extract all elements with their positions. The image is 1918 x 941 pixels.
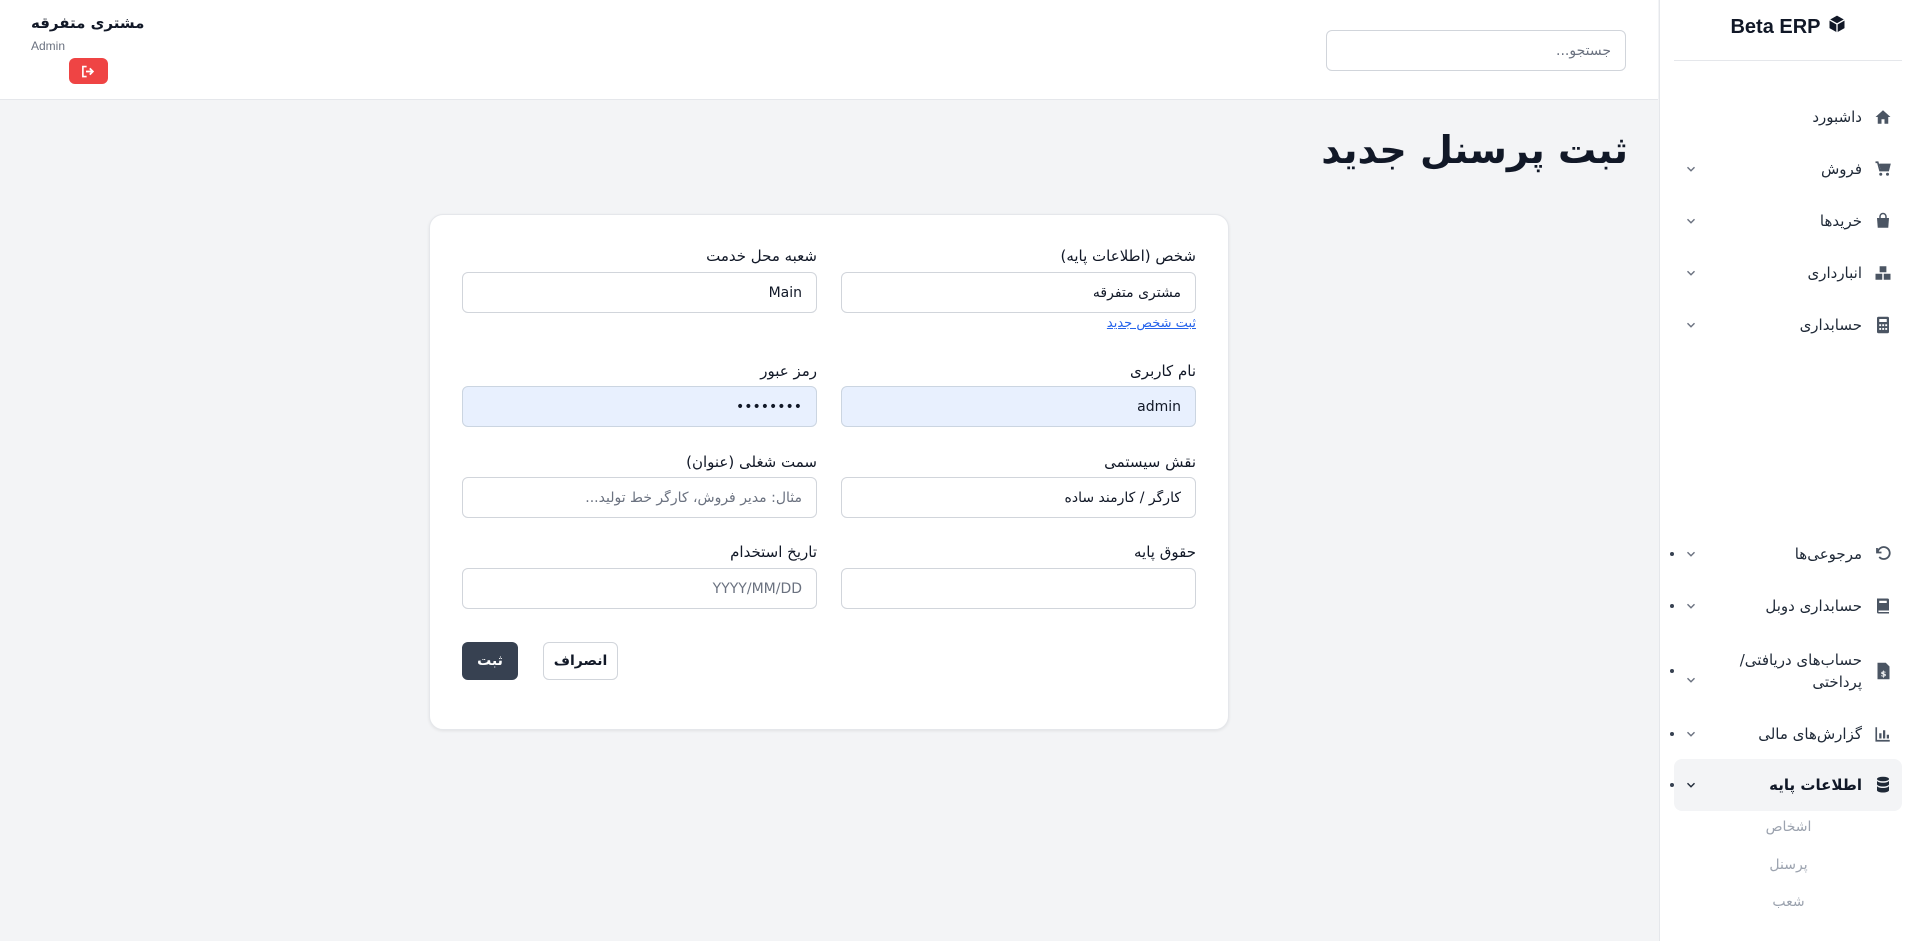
cart-icon (1872, 158, 1894, 180)
person-select[interactable] (841, 272, 1196, 313)
sidebar-item-label: اطلاعات پایه (1769, 775, 1862, 794)
submenu-item-persons[interactable]: اشخاص (1659, 819, 1918, 835)
chevron-down-icon (1687, 731, 1695, 737)
sidebar-item-sales[interactable]: فروش (1674, 148, 1902, 190)
sidebar-item-financial-reports[interactable]: گزارش‌های مالی (1670, 713, 1902, 755)
undo-icon (1872, 543, 1894, 565)
role-label: نقش سیستمی (1104, 453, 1196, 471)
branch-select[interactable] (462, 272, 817, 313)
home-icon (1872, 106, 1894, 128)
sidebar-item-label: انبارداری (1807, 263, 1862, 282)
sign-out-icon (82, 65, 95, 77)
sidebar-item-purchases[interactable]: خریدها (1674, 200, 1902, 242)
username-label: نام کاربری (1130, 362, 1196, 380)
brand-divider (1674, 60, 1902, 61)
job-title-label: سمت شغلی (عنوان) (686, 453, 817, 471)
sidebar-item-accounting[interactable]: حسابداری (1674, 304, 1902, 346)
sidebar-item-label: مرجوعی‌ها (1794, 544, 1862, 563)
sidebar-item-label: حساب‌های دریافتی/ پرداختی (1739, 650, 1862, 692)
sidebar-item-dashboard[interactable]: داشبورد (1674, 96, 1902, 138)
bullet-dot (1670, 669, 1674, 673)
book-icon (1872, 595, 1894, 617)
bullet-dot (1670, 604, 1674, 608)
sidebar-item-basic-info[interactable]: اطلاعات پایه (1670, 759, 1902, 811)
submenu-item-branches[interactable]: شعب (1659, 894, 1918, 910)
sidebar-item-returns[interactable]: مرجوعی‌ها (1670, 533, 1902, 575)
sidebar-item-receivables-payables[interactable]: $ حساب‌های دریافتی/ پرداختی (1670, 642, 1902, 700)
brand[interactable]: Beta ERP (1659, 14, 1918, 40)
user-role: Admin (31, 39, 66, 53)
bullet-dot (1670, 783, 1674, 787)
submit-button[interactable]: ثبت (462, 642, 518, 680)
sidebar-item-inventory[interactable]: انبارداری (1674, 252, 1902, 294)
invoice-dollar-icon: $ (1872, 660, 1894, 682)
top-bar: مشتری متفرقه Admin (0, 0, 1658, 100)
new-person-link[interactable]: ثبت شخص جدید (1107, 316, 1196, 331)
personnel-form-card: شخص (اطلاعات پایه) ثبت شخص جدید شعبه محل… (429, 214, 1229, 730)
sidebar-item-label: حسابداری (1799, 315, 1862, 334)
role-select[interactable] (841, 477, 1196, 518)
logout-button[interactable] (69, 58, 108, 84)
hire-date-label: تاریخ استخدام (730, 543, 817, 561)
person-label: شخص (اطلاعات پایه) (1060, 247, 1196, 265)
brand-name: Beta ERP (1730, 15, 1821, 38)
chevron-down-icon (1687, 270, 1695, 276)
bullet-dot (1670, 552, 1674, 556)
database-icon (1872, 774, 1894, 796)
password-input[interactable] (462, 386, 817, 427)
chevron-down-icon (1687, 603, 1695, 609)
sidebar-item-double-entry[interactable]: حسابداری دوبل (1670, 585, 1902, 627)
chevron-down-icon (1687, 782, 1695, 788)
job-title-input[interactable] (462, 477, 817, 518)
chevron-down-icon (1687, 677, 1695, 683)
sidebar-item-label: داشبورد (1812, 107, 1862, 126)
search-input[interactable] (1326, 30, 1626, 71)
page-title: ثبت پرسنل جدید (1321, 128, 1628, 172)
bar-chart-icon (1872, 723, 1894, 745)
chevron-down-icon (1687, 551, 1695, 557)
password-label: رمز عبور (760, 362, 817, 380)
sidebar-item-label: فروش (1820, 159, 1862, 178)
chevron-down-icon (1687, 166, 1695, 172)
hire-date-input[interactable] (462, 568, 817, 609)
sidebar-item-label: خریدها (1819, 211, 1862, 230)
bag-icon (1872, 210, 1894, 232)
cancel-button[interactable]: انصراف (543, 642, 618, 680)
sidebar-item-label: حسابداری دوبل (1765, 596, 1862, 615)
sidebar-item-label: گزارش‌های مالی (1758, 724, 1862, 743)
chevron-down-icon (1687, 218, 1695, 224)
bullet-dot (1670, 732, 1674, 736)
submenu-item-personnel[interactable]: پرسنل (1659, 857, 1918, 873)
branch-label: شعبه محل خدمت (706, 247, 817, 265)
username-input[interactable] (841, 386, 1196, 427)
boxes-icon (1872, 262, 1894, 284)
salary-input[interactable] (841, 568, 1196, 609)
sidebar: Beta ERP داشبورد فروش خریدها انبارداری ح… (1659, 0, 1918, 941)
cube-icon (1827, 14, 1847, 40)
chevron-down-icon (1687, 322, 1695, 328)
svg-text:$: $ (1880, 668, 1886, 678)
salary-label: حقوق پایه (1134, 543, 1196, 561)
user-name: مشتری متفرقه (31, 14, 145, 32)
calculator-icon (1872, 314, 1894, 336)
